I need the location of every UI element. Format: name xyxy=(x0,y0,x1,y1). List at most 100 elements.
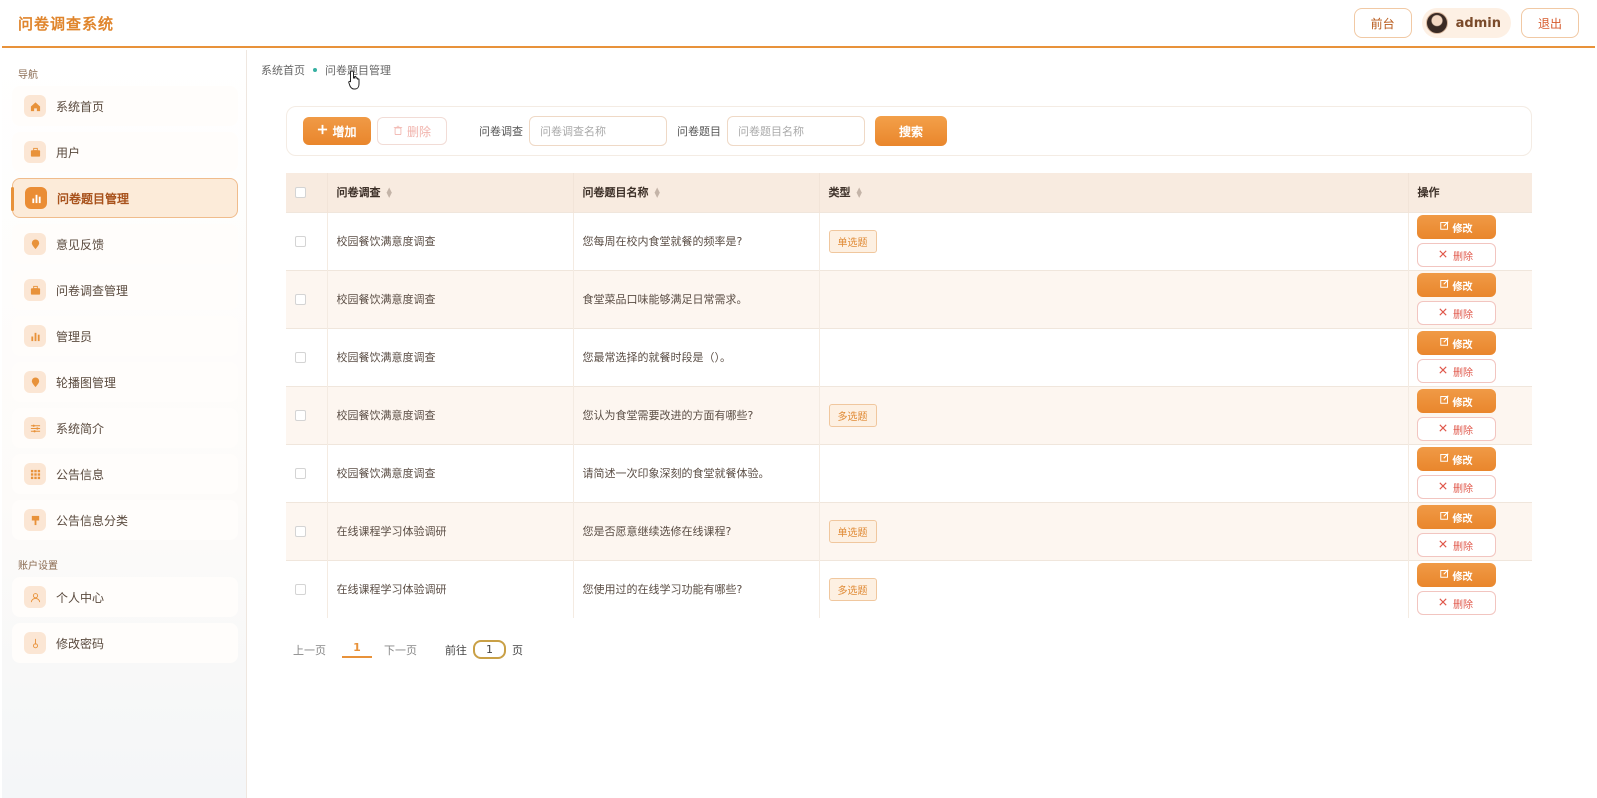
row-checkbox[interactable] xyxy=(295,236,306,247)
delete-button[interactable]: 删除 xyxy=(1416,417,1496,441)
row-checkbox[interactable] xyxy=(295,410,306,421)
type-tag: 单选题 xyxy=(828,519,877,543)
sort-icon[interactable]: ▲ ▼ xyxy=(655,187,660,199)
edit-button[interactable]: 修改 xyxy=(1416,331,1496,355)
close-icon xyxy=(1439,598,1447,609)
row-checkbox[interactable] xyxy=(295,352,306,363)
edit-button[interactable]: 修改 xyxy=(1416,563,1496,588)
sidebar-item-change-password[interactable]: 修改密码 xyxy=(12,623,238,663)
edit-button[interactable]: 修改 xyxy=(1416,447,1496,471)
actions-cell: 修改 删除 xyxy=(1408,327,1532,386)
edit-button[interactable]: 修改 xyxy=(1416,505,1496,529)
select-all-checkbox[interactable] xyxy=(295,187,306,199)
delete-button-label: 删除 xyxy=(1453,367,1473,379)
user-icon xyxy=(24,586,46,608)
type-cell xyxy=(819,443,1409,502)
sidebar-item-question-management[interactable]: 问卷题目管理 xyxy=(11,178,238,218)
row-checkbox[interactable] xyxy=(295,584,306,596)
actions-cell: 修改 删除 xyxy=(1408,443,1532,502)
delete-button[interactable]: 删除 xyxy=(1416,243,1496,267)
goto-page-input[interactable]: 1 xyxy=(473,640,506,659)
edit-icon xyxy=(1439,395,1449,407)
sort-icon[interactable]: ▲ ▼ xyxy=(857,187,862,199)
sidebar-item-admins[interactable]: 管理员 xyxy=(12,316,238,356)
next-page-button[interactable]: 下一页 xyxy=(384,642,417,658)
survey-filter-label: 问卷调查 xyxy=(479,125,523,138)
delete-button[interactable]: 删除 xyxy=(1416,301,1496,325)
survey-name-input[interactable] xyxy=(529,116,667,146)
add-button[interactable]: 增加 xyxy=(303,117,371,145)
edit-button[interactable]: 修改 xyxy=(1416,273,1496,297)
table-row: 校园餐饮满意度调查 您每周在校内食堂就餐的频率是? 单选题 修改 删除 xyxy=(286,211,1532,270)
question-cell: 食堂菜品口味能够满足日常需求。 xyxy=(573,269,820,328)
sidebar-item-feedback[interactable]: 意见反馈 xyxy=(12,224,238,264)
briefcase-icon xyxy=(24,279,46,301)
column-header-survey[interactable]: 问卷调查 ▲ ▼ xyxy=(327,173,574,212)
delete-button-label: 删除 xyxy=(1453,425,1473,437)
front-page-button[interactable]: 前台 xyxy=(1353,8,1412,38)
row-checkbox[interactable] xyxy=(295,468,306,479)
type-cell xyxy=(819,269,1409,328)
column-header-label: 操作 xyxy=(1417,186,1440,200)
sidebar-item-home[interactable]: 系统首页 xyxy=(12,86,238,126)
delete-button[interactable]: 删除 xyxy=(1416,591,1496,616)
column-header-question[interactable]: 问卷题目名称 ▲ ▼ xyxy=(573,173,820,212)
breadcrumb: 系统首页 问卷题目管理 xyxy=(261,62,391,78)
edit-icon xyxy=(1439,511,1449,523)
delete-button-label: 删除 xyxy=(1453,251,1473,263)
delete-button[interactable]: 删除 xyxy=(1416,475,1496,499)
edit-button-label: 修改 xyxy=(1452,397,1473,409)
prev-page-button[interactable]: 上一页 xyxy=(293,642,326,658)
search-button[interactable]: 搜索 xyxy=(875,116,947,146)
sidebar-item-carousel[interactable]: 轮播图管理 xyxy=(12,362,238,402)
sidebar-item-label: 系统首页 xyxy=(56,99,105,114)
lock-icon xyxy=(24,632,46,654)
sidebar-item-label: 系统简介 xyxy=(56,421,105,436)
sidebar-item-label: 个人中心 xyxy=(56,590,105,605)
close-icon xyxy=(1439,249,1447,261)
breadcrumb-separator xyxy=(313,68,317,72)
sidebar-item-announcements[interactable]: 公告信息 xyxy=(12,454,238,494)
table-row: 校园餐饮满意度调查 您认为食堂需要改进的方面有哪些? 多选题 修改 删除 xyxy=(286,385,1532,444)
actions-cell: 修改 删除 xyxy=(1408,211,1532,270)
actions-cell: 修改 删除 xyxy=(1408,559,1532,618)
delete-button[interactable]: 删除 xyxy=(1416,359,1496,383)
sidebar-item-survey-management[interactable]: 问卷调查管理 xyxy=(12,270,238,310)
question-name-input[interactable] xyxy=(727,116,865,146)
logout-button[interactable]: 退出 xyxy=(1520,8,1579,38)
sidebar-item-label: 用户 xyxy=(56,145,81,160)
sidebar-item-label: 公告信息分类 xyxy=(56,513,129,528)
sidebar-item-profile[interactable]: 个人中心 xyxy=(12,577,238,617)
row-checkbox[interactable] xyxy=(295,294,306,305)
sidebar-item-users[interactable]: 用户 xyxy=(12,132,238,172)
breadcrumb-home[interactable]: 系统首页 xyxy=(261,62,305,78)
delete-button-label: 删除 xyxy=(1453,483,1473,495)
user-menu[interactable]: admin xyxy=(1421,8,1511,38)
delete-button[interactable]: 删除 xyxy=(1416,533,1496,557)
edit-button[interactable]: 修改 xyxy=(1416,389,1496,413)
edit-button-label: 修改 xyxy=(1452,455,1473,467)
sidebar-item-announcement-categories[interactable]: 公告信息分类 xyxy=(12,500,238,540)
table-row: 校园餐饮满意度调查 请简述一次印象深刻的食堂就餐体验。 修改 删除 xyxy=(286,443,1532,502)
survey-cell: 校园餐饮满意度调查 xyxy=(327,269,574,328)
brush-icon xyxy=(24,509,46,531)
column-header-label: 问卷调查 xyxy=(336,186,381,200)
sidebar-item-system-intro[interactable]: 系统简介 xyxy=(12,408,238,448)
sidebar-item-label: 公告信息 xyxy=(56,467,105,482)
table-row: 在线课程学习体验调研 您是否愿意继续选修在线课程? 单选题 修改 删除 xyxy=(286,501,1532,560)
select-all-cell xyxy=(286,173,328,212)
grid-icon xyxy=(24,463,46,485)
batch-delete-button[interactable]: 删除 xyxy=(377,117,447,145)
edit-icon xyxy=(1439,453,1449,465)
row-checkbox[interactable] xyxy=(295,526,306,537)
edit-icon xyxy=(1439,337,1449,349)
row-check-cell xyxy=(286,269,328,328)
edit-button[interactable]: 修改 xyxy=(1416,215,1496,239)
survey-cell: 校园餐饮满意度调查 xyxy=(327,211,574,270)
question-cell: 您每周在校内食堂就餐的频率是? xyxy=(573,211,820,270)
page-number[interactable]: 1 xyxy=(342,641,372,658)
account-section-title: 账户设置 xyxy=(18,561,58,572)
pointer-cursor-icon xyxy=(348,70,362,94)
sort-icon[interactable]: ▲ ▼ xyxy=(387,187,392,199)
column-header-type[interactable]: 类型 ▲ ▼ xyxy=(819,173,1409,212)
